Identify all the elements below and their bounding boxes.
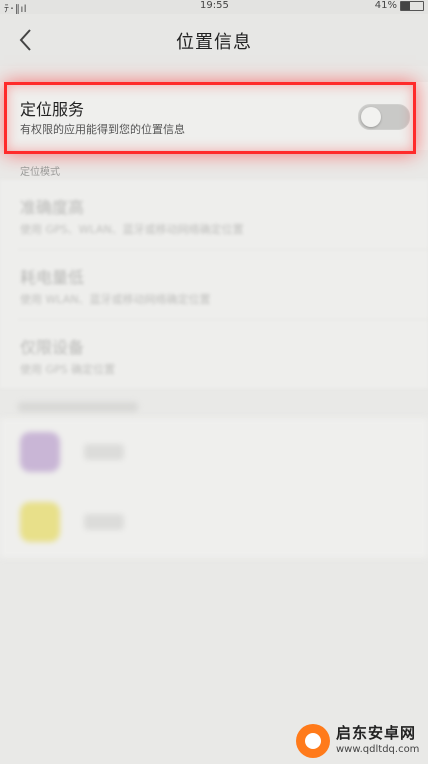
battery-icon — [400, 0, 424, 11]
app-name — [84, 444, 124, 460]
mode-item-device-only[interactable]: 仅限设备 使用 GPS 确定位置 — [18, 320, 428, 389]
mode-title: 准确度高 — [20, 198, 85, 217]
mode-item-high-accuracy[interactable]: 准确度高 使用 GPS、WLAN、蓝牙或移动网络确定位置 — [18, 180, 428, 250]
mode-item-battery-saving[interactable]: 耗电量低 使用 WLAN、蓝牙或移动网络确定位置 — [18, 250, 428, 320]
watermark-url: www.qdltdq.com — [336, 744, 420, 755]
location-service-toggle[interactable] — [358, 104, 410, 130]
app-icon — [20, 432, 60, 472]
mode-desc: 使用 GPS、WLAN、蓝牙或移动网络确定位置 — [20, 223, 244, 236]
status-time: 19:55 — [200, 0, 229, 11]
status-right: 41% — [375, 0, 424, 11]
app-section-label — [18, 402, 138, 412]
app-name — [84, 514, 124, 530]
mode-list: 准确度高 使用 GPS、WLAN、蓝牙或移动网络确定位置 耗电量低 使用 WLA… — [0, 180, 428, 388]
app-list — [0, 418, 428, 558]
app-icon — [20, 502, 60, 542]
page-title: 位置信息 — [176, 32, 252, 53]
mode-title: 仅限设备 — [20, 338, 85, 357]
app-row[interactable] — [0, 488, 428, 558]
location-service-row[interactable]: 定位服务 有权限的应用能得到您的位置信息 — [0, 82, 428, 150]
status-bar: ﾃ･∥ıl 19:55 41% — [0, 0, 428, 15]
mode-desc: 使用 WLAN、蓝牙或移动网络确定位置 — [20, 293, 211, 306]
watermark: 启东安卓网 www.qdltdq.com — [290, 716, 428, 764]
battery-percent: 41% — [374, 0, 397, 11]
signal-indicator: ﾃ･∥ıl — [4, 4, 28, 15]
mode-title: 耗电量低 — [20, 268, 85, 287]
app-row[interactable] — [0, 418, 428, 488]
watermark-logo-icon — [296, 724, 330, 758]
location-service-title: 定位服务 — [20, 100, 85, 119]
watermark-name: 启东安卓网 — [336, 724, 417, 742]
location-service-subtitle: 有权限的应用能得到您的位置信息 — [20, 123, 185, 136]
mode-section-label: 定位模式 — [20, 167, 60, 178]
nav-bar: 位置信息 — [0, 14, 428, 66]
mode-desc: 使用 GPS 确定位置 — [20, 363, 116, 376]
